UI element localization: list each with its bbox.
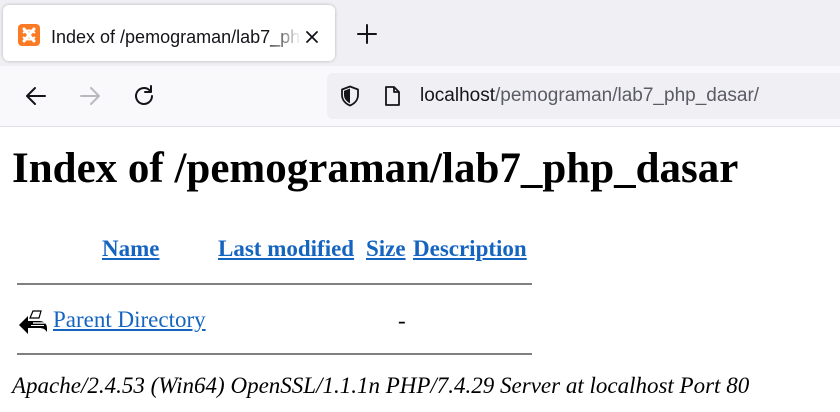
sort-by-description-link[interactable]: Description xyxy=(413,236,527,261)
page-icon[interactable] xyxy=(380,84,404,108)
reload-icon[interactable] xyxy=(131,83,157,109)
shield-icon[interactable] xyxy=(338,84,362,108)
close-tab-icon[interactable] xyxy=(301,26,323,48)
footer-divider xyxy=(17,353,532,355)
column-header-size: Size xyxy=(366,235,406,263)
address-bar[interactable]: localhost/pemograman/lab7_php_dasar/ xyxy=(327,73,840,119)
sort-by-name-link[interactable]: Name xyxy=(102,236,159,261)
parent-directory-link[interactable]: Parent Directory xyxy=(53,307,206,332)
sort-by-last-modified-link[interactable]: Last modified xyxy=(218,236,354,261)
new-tab-icon[interactable] xyxy=(354,21,380,47)
page-content: Index of /pemograman/lab7_php_dasar Name… xyxy=(0,127,840,412)
header-divider xyxy=(17,283,532,285)
xampp-icon xyxy=(18,24,40,46)
tab-title: Index of /pemograman/lab7_php_dasar/ xyxy=(51,27,301,47)
page-heading: Index of /pemograman/lab7_php_dasar xyxy=(12,145,739,192)
column-header-description: Description xyxy=(413,235,527,263)
url-host: localhost xyxy=(420,85,495,106)
back-arrow-icon xyxy=(17,305,49,337)
navigation-toolbar: localhost/pemograman/lab7_php_dasar/ xyxy=(0,66,840,127)
server-signature: Apache/2.4.53 (Win64) OpenSSL/1.1.1n PHP… xyxy=(12,373,750,398)
active-tab[interactable]: Index of /pemograman/lab7_php_dasar/ xyxy=(3,5,335,61)
parent-directory-size: - xyxy=(398,308,406,333)
tab-strip: Index of /pemograman/lab7_php_dasar/ xyxy=(0,0,840,66)
url-text[interactable]: localhost/pemograman/lab7_php_dasar/ xyxy=(420,83,759,109)
column-header-name: Name xyxy=(102,235,159,263)
parent-directory-row: Parent Directory xyxy=(53,306,206,334)
forward-icon[interactable] xyxy=(77,83,103,109)
back-icon[interactable] xyxy=(23,83,49,109)
sort-by-size-link[interactable]: Size xyxy=(366,236,406,261)
url-path: /pemograman/lab7_php_dasar/ xyxy=(495,85,760,106)
column-header-last-modified: Last modified xyxy=(218,235,354,263)
